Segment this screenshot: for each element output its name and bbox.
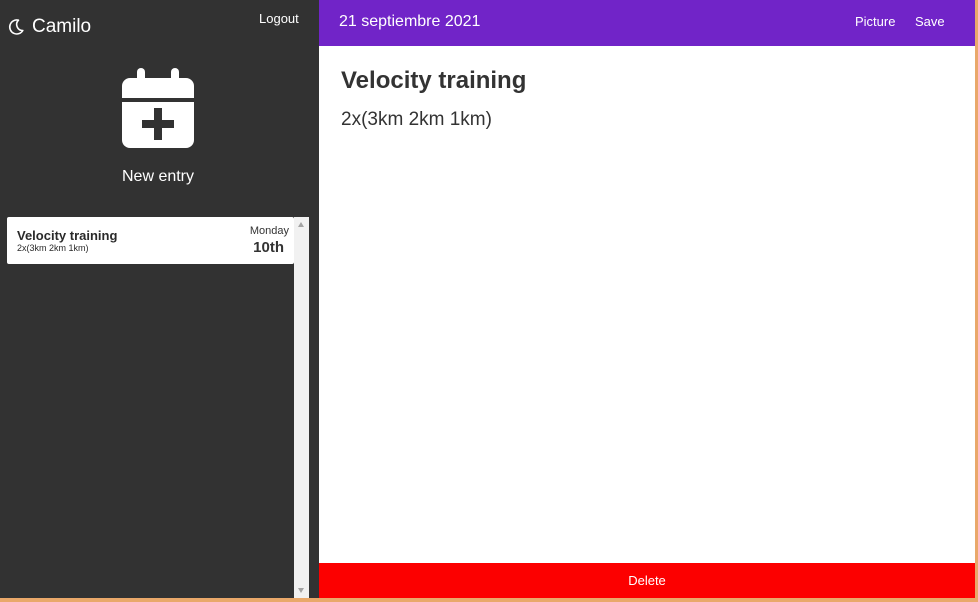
user-header: Camilo bbox=[7, 16, 91, 38]
app-window: Camilo Logout New entry Velocity trainin… bbox=[0, 0, 975, 598]
entry-subtitle: 2x(3km 2km 1km) bbox=[17, 243, 89, 253]
moon-icon[interactable] bbox=[7, 18, 25, 36]
new-entry-button[interactable]: New entry bbox=[0, 68, 316, 186]
list-scrollbar[interactable] bbox=[294, 217, 309, 598]
sidebar: Camilo Logout New entry Velocity trainin… bbox=[0, 0, 319, 598]
scroll-down-icon[interactable] bbox=[298, 588, 304, 593]
editor-header: 21 septiembre 2021 Picture Save bbox=[319, 0, 975, 46]
list-item[interactable]: Velocity training 2x(3km 2km 1km) Monday… bbox=[7, 217, 294, 264]
username: Camilo bbox=[32, 16, 92, 37]
entry-body-field[interactable]: 2x(3km 2km 1km) bbox=[341, 109, 492, 131]
entry-editor: 21 septiembre 2021 Picture Save Velocity… bbox=[319, 0, 975, 598]
logout-button[interactable]: Logout bbox=[259, 11, 299, 26]
save-button[interactable]: Save bbox=[915, 14, 945, 29]
picture-button[interactable]: Picture bbox=[855, 14, 895, 29]
calendar-plus-icon bbox=[122, 68, 194, 148]
delete-button[interactable]: Delete bbox=[319, 563, 975, 598]
entry-title: Velocity training bbox=[17, 228, 118, 243]
scroll-up-icon[interactable] bbox=[298, 222, 304, 227]
entry-date-title: 21 septiembre 2021 bbox=[339, 13, 481, 30]
entry-title-field[interactable]: Velocity training bbox=[341, 67, 526, 95]
new-entry-label: New entry bbox=[121, 168, 195, 185]
entry-weekday: Monday bbox=[249, 225, 289, 237]
entry-list: Velocity training 2x(3km 2km 1km) Monday… bbox=[0, 217, 294, 598]
entry-date: 10th bbox=[253, 239, 284, 256]
